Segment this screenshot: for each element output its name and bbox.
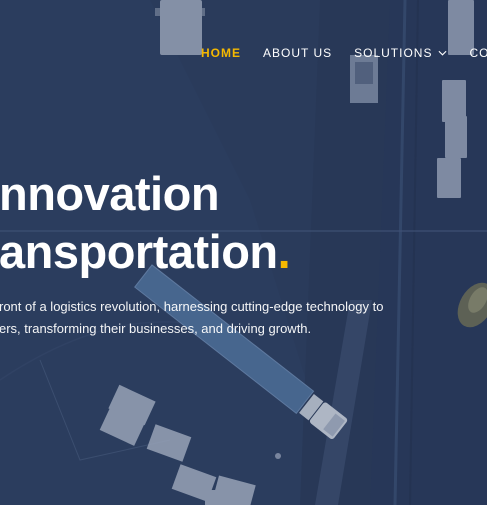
nav-item-label: SOLUTIONS <box>354 46 433 60</box>
nav-item-label: ABOUT US <box>263 46 333 60</box>
main-navigation: HOME ABOUT US SOLUTIONS CONTA <box>201 46 487 60</box>
nav-item-label: CONTA <box>469 46 487 60</box>
hero-section: HOME ABOUT US SOLUTIONS CONTA nnovation … <box>0 0 487 505</box>
nav-item-about-us[interactable]: ABOUT US <box>263 46 332 60</box>
hero-title-line-2: ansportation. <box>0 223 291 281</box>
hero-subtitle: ront of a logistics revolution, harnessi… <box>0 296 383 340</box>
hero-subtitle-line-1: ront of a logistics revolution, harnessi… <box>0 299 384 314</box>
chevron-down-icon <box>439 50 447 56</box>
nav-item-label: HOME <box>201 46 241 60</box>
hero-title-period: . <box>277 225 291 278</box>
nav-item-contact[interactable]: CONTA <box>469 46 487 60</box>
nav-item-solutions[interactable]: SOLUTIONS <box>354 46 447 60</box>
hero-subtitle-line-2: ers, transforming their businesses, and … <box>0 321 312 336</box>
hero-title: nnovation ansportation. <box>0 165 291 281</box>
hero-title-word: ansportation <box>0 225 278 278</box>
nav-item-home[interactable]: HOME <box>201 46 241 60</box>
hero-title-line-1: nnovation <box>0 167 220 220</box>
